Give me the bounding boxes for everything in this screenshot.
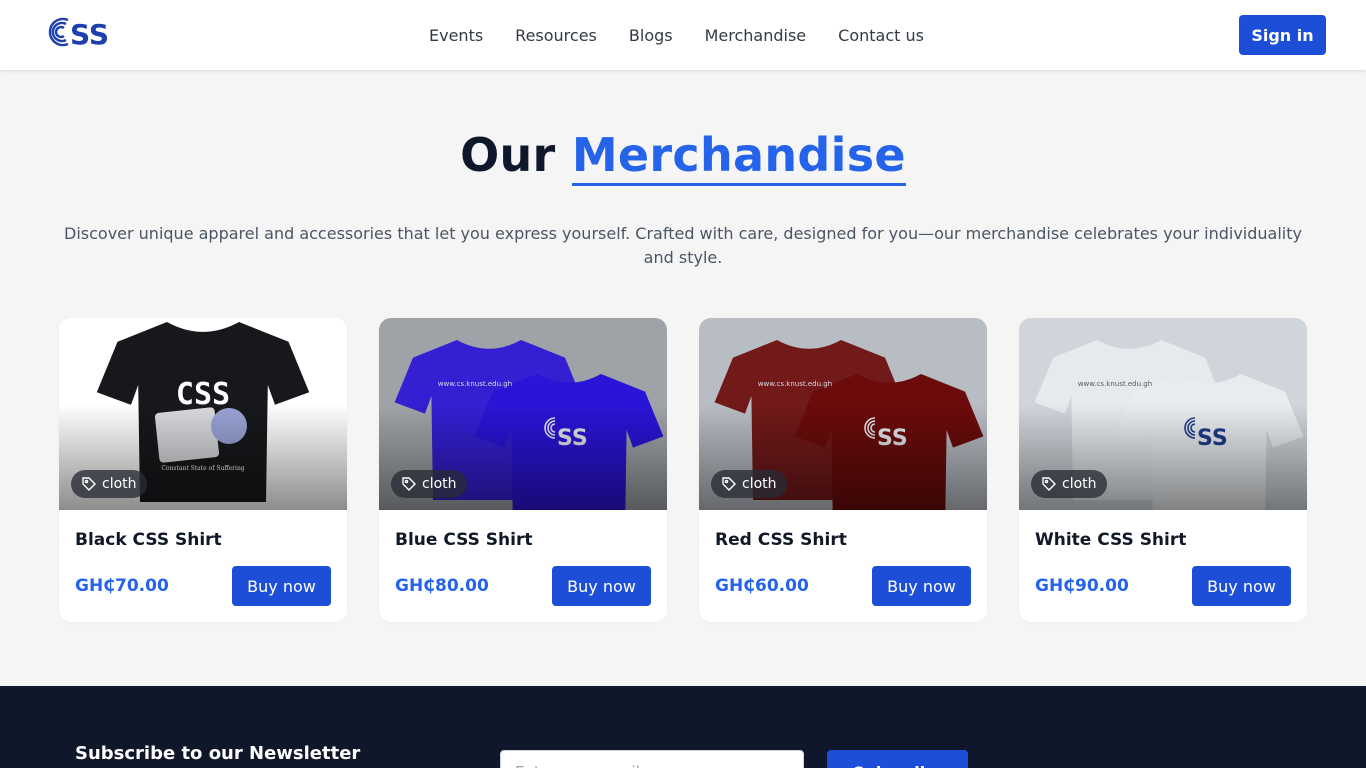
category-tag: cloth bbox=[1031, 470, 1107, 498]
tag-icon bbox=[82, 477, 96, 491]
product-card: CSSConstant State of Suffering cloth Bla… bbox=[59, 318, 347, 622]
nav-blogs[interactable]: Blogs bbox=[629, 26, 673, 45]
product-image[interactable]: CSSConstant State of Suffering cloth bbox=[59, 318, 347, 510]
tag-label: cloth bbox=[742, 476, 777, 492]
nav-events[interactable]: Events bbox=[429, 26, 483, 45]
css-logo[interactable]: SS bbox=[46, 14, 116, 50]
subscribe-button[interactable]: Subscribe bbox=[827, 750, 968, 768]
product-image[interactable]: www.cs.knust.edu.ghSS cloth bbox=[699, 318, 987, 510]
category-tag: cloth bbox=[71, 470, 147, 498]
main-nav: Events Resources Blogs Merchandise Conta… bbox=[429, 0, 924, 70]
product-grid: CSSConstant State of Suffering cloth Bla… bbox=[59, 318, 1307, 622]
category-tag: cloth bbox=[391, 470, 467, 498]
product-card: www.cs.knust.edu.ghSS cloth Blue CSS Shi… bbox=[379, 318, 667, 622]
buy-now-button[interactable]: Buy now bbox=[232, 566, 331, 606]
page-subtitle: Discover unique apparel and accessories … bbox=[64, 224, 1302, 267]
product-price: GH₵60.00 bbox=[715, 576, 809, 596]
buy-now-button[interactable]: Buy now bbox=[1192, 566, 1291, 606]
tag-icon bbox=[722, 477, 736, 491]
tag-label: cloth bbox=[102, 476, 137, 492]
email-input[interactable] bbox=[500, 750, 804, 768]
product-name: Red CSS Shirt bbox=[715, 530, 847, 550]
product-image[interactable]: www.cs.knust.edu.ghSS cloth bbox=[379, 318, 667, 510]
tag-label: cloth bbox=[422, 476, 457, 492]
nav-merchandise[interactable]: Merchandise bbox=[705, 26, 807, 45]
page-title-accent: Merchandise bbox=[571, 128, 906, 186]
product-name: Blue CSS Shirt bbox=[395, 530, 533, 550]
svg-text:SS: SS bbox=[70, 18, 109, 50]
site-footer: Subscribe to our Newsletter Subscribe bbox=[0, 686, 1366, 768]
product-price: GH₵70.00 bbox=[75, 576, 169, 596]
nav-resources[interactable]: Resources bbox=[515, 26, 597, 45]
product-name: White CSS Shirt bbox=[1035, 530, 1187, 550]
product-card: www.cs.knust.edu.ghSS cloth White CSS Sh… bbox=[1019, 318, 1307, 622]
sign-in-button[interactable]: Sign in bbox=[1239, 15, 1326, 55]
page-title: Our Merchandise bbox=[0, 128, 1366, 186]
buy-now-button[interactable]: Buy now bbox=[552, 566, 651, 606]
site-header: SS Events Resources Blogs Merchandise Co… bbox=[0, 0, 1366, 70]
product-image[interactable]: www.cs.knust.edu.ghSS cloth bbox=[1019, 318, 1307, 510]
product-name: Black CSS Shirt bbox=[75, 530, 222, 550]
nav-contact-us[interactable]: Contact us bbox=[838, 26, 924, 45]
tag-icon bbox=[1042, 477, 1056, 491]
tag-label: cloth bbox=[1062, 476, 1097, 492]
product-price: GH₵80.00 bbox=[395, 576, 489, 596]
newsletter-title: Subscribe to our Newsletter bbox=[75, 743, 361, 764]
tag-icon bbox=[402, 477, 416, 491]
buy-now-button[interactable]: Buy now bbox=[872, 566, 971, 606]
product-price: GH₵90.00 bbox=[1035, 576, 1129, 596]
category-tag: cloth bbox=[711, 470, 787, 498]
product-card: www.cs.knust.edu.ghSS cloth Red CSS Shir… bbox=[699, 318, 987, 622]
page-title-prefix: Our bbox=[460, 128, 556, 182]
